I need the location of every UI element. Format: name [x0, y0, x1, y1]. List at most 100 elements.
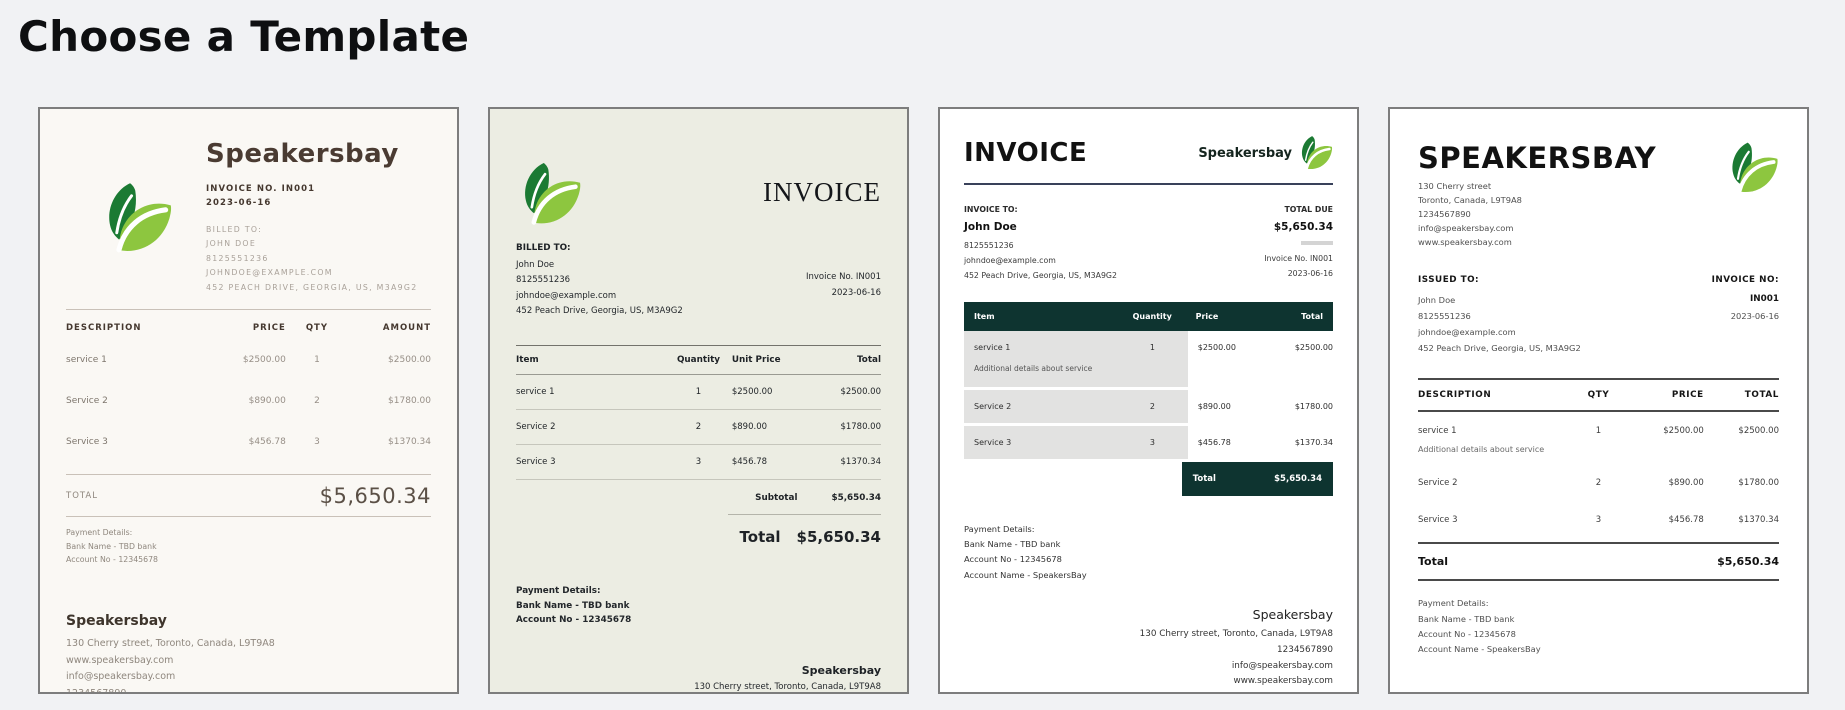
invoice-date: 2023-06-16	[1287, 269, 1333, 279]
company-name: Speakersbay	[1198, 145, 1292, 161]
company-footer: Speakersbay 130 Cherry street, Toronto, …	[964, 607, 1333, 690]
company-email: info@speakersbay.com	[1418, 222, 1514, 233]
customer-name: John Doe	[1418, 294, 1456, 305]
customer-phone: 8125551236	[516, 275, 571, 286]
customer-phone: 8125551236	[1418, 310, 1471, 321]
invoice-number: Invoice No. IN001	[1264, 254, 1333, 263]
page-title: Choose a Template	[18, 12, 470, 61]
table-row: Service 3 $456.78 3 $1370.34	[66, 437, 431, 448]
total-row: Total $5,650.34	[1181, 461, 1333, 496]
footer-brand: Speakersbay	[1252, 606, 1333, 622]
invoice-title: INVOICE	[763, 177, 881, 207]
table-row: Service 2 2 $890.00 $1780.00	[964, 389, 1333, 426]
table-header: DESCRIPTION PRICE QTY AMOUNT	[66, 323, 431, 334]
total-row: TOTAL $5,650.34	[66, 474, 431, 516]
table-row: Service 2 2 $890.00 $1780.00	[516, 410, 881, 446]
customer-email: johndoe@example.com	[1418, 327, 1516, 338]
total-due-block: TOTAL DUE $5,650.34 Invoice No. IN001 20…	[1264, 205, 1333, 284]
table-row: Service 3 3 $456.78 $1370.34	[964, 425, 1333, 462]
customer-email: johndoe@example.com	[516, 290, 617, 301]
customer-email: johndoe@example.com	[964, 256, 1056, 266]
total-label: Total	[739, 528, 781, 547]
table-row: Service 2 $890.00 2 $1780.00	[66, 396, 431, 407]
template-card-1[interactable]: Speakersbay INVOICE NO. IN001 2023-06-16…	[38, 107, 459, 694]
total-label: Total	[1418, 555, 1449, 569]
customer-phone: 8125551236	[206, 253, 269, 263]
divider	[1301, 241, 1333, 245]
total-amount: $5,650.34	[796, 528, 881, 547]
footer-phone: 1234567890	[1277, 644, 1333, 655]
footer-address: 130 Cherry street, Toronto, Canada, L9T9…	[66, 638, 275, 650]
invoice-to-block: INVOICE TO: John Doe 8125551236 johndoe@…	[964, 205, 1117, 284]
table-header: Item Quantity Unit Price Total	[516, 345, 881, 376]
payment-details: Payment Details: Bank Name - TBD bank Ac…	[1418, 598, 1541, 655]
payment-details: Payment Details: Bank Name - TBD bank Ac…	[66, 528, 159, 565]
customer-address: 452 PEACH DRIVE, GEORGIA, US, M3A9G2	[206, 282, 418, 292]
payment-details: Payment Details: Bank Name - TBD bank Ac…	[516, 586, 632, 626]
footer-brand: Speakersbay	[66, 613, 167, 630]
company-phone: 1234567890	[1418, 208, 1471, 219]
footer-website: www.speakersbay.com	[66, 654, 174, 666]
company-footer: Speakersbay 130 Cherry street, Toronto, …	[66, 613, 431, 694]
payment-details: Payment Details: Bank Name - TBD bank Ac…	[964, 523, 1087, 580]
invoice-date: 2023-06-16	[206, 198, 272, 208]
table-row: Service 2 2 $890.00 $1780.00	[1418, 478, 1779, 489]
invoice-number-label: INVOICE NO:	[1711, 274, 1779, 285]
invoice-number: INVOICE NO. IN001	[206, 184, 316, 194]
total-amount: $5,650.34	[1274, 473, 1322, 484]
billed-to-label: BILLED TO:	[206, 225, 263, 234]
customer-name: John Doe	[964, 221, 1017, 233]
footer-phone: 1234567890	[66, 687, 127, 694]
template-card-4[interactable]: SPEAKERSBAY 130 Cherry street Toronto, C…	[1388, 107, 1809, 694]
subtotal-label: Subtotal	[755, 493, 798, 504]
template-card-3[interactable]: INVOICE Speakersbay INVOICE TO: John Doe…	[938, 107, 1359, 694]
customer-phone: 8125551236	[964, 241, 1014, 250]
customer-name: JOHN DOE	[206, 239, 257, 249]
divider	[727, 514, 881, 516]
invoice-number: Invoice No. IN001	[806, 272, 881, 282]
issued-to-label: ISSUED TO:	[1418, 274, 1480, 285]
company-website: www.speakersbay.com	[1418, 236, 1512, 247]
leaf-logo-icon	[99, 181, 173, 255]
template-card-2[interactable]: INVOICE BILLED TO: John Doe 8125551236 j…	[488, 107, 909, 694]
customer-address: 452 Peach Drive, Georgia, US, M3A9G2	[516, 305, 683, 316]
table-header: DESCRIPTION QTY PRICE TOTAL	[1418, 380, 1779, 413]
total-due-amount: $5,650.34	[1273, 221, 1333, 233]
table-row: service 1 1 $2500.00 $2500.00	[516, 375, 881, 411]
invoice-date: 2023-06-16	[1730, 310, 1779, 321]
divider	[66, 516, 431, 518]
customer-address: 452 Peach Drive, Georgia, US, M3A9G2	[964, 271, 1117, 281]
table-row: service 1 $2500.00 1 $2500.00	[66, 355, 431, 366]
table-row: service 1 1 $2500.00 $2500.00	[1418, 426, 1779, 437]
customer-email: JOHNDOE@EXAMPLE.COM	[206, 268, 333, 278]
footer-email: info@speakersbay.com	[66, 671, 176, 683]
table-row: Service 3 3 $456.78 $1370.34	[516, 445, 881, 481]
invoice-meta: Invoice No. IN001 2023-06-16	[806, 269, 881, 319]
total-label: TOTAL	[66, 491, 98, 502]
item-note: Additional details about service	[974, 363, 1093, 373]
subtotal-amount: $5,650.34	[831, 493, 881, 504]
invoice-to-label: INVOICE TO:	[964, 205, 1018, 214]
table-row: service 1 Additional details about servi…	[964, 330, 1333, 390]
customer-address: 452 Peach Drive, Georgia, US, M3A9G2	[1418, 343, 1581, 354]
total-amount: $5,650.34	[319, 484, 431, 509]
template-gallery: Speakersbay INVOICE NO. IN001 2023-06-16…	[38, 107, 1845, 694]
billed-to-block: BILLED TO: John Doe 8125551236 johndoe@e…	[516, 243, 683, 319]
invoice-meta: INVOICE NO: IN001 2023-06-16	[1712, 275, 1779, 357]
issued-to-block: ISSUED TO: John Doe 8125551236 johndoe@e…	[1418, 275, 1581, 357]
total-row: Total $5,650.34	[1418, 542, 1779, 582]
leaf-logo-icon	[516, 161, 582, 227]
total-amount: $5,650.34	[1717, 555, 1779, 569]
billed-to-label: BILLED TO:	[516, 243, 571, 253]
total-due-label: TOTAL DUE	[1284, 205, 1333, 214]
table-header: Item Quantity Price Total	[964, 301, 1333, 331]
company-address-2: Toronto, Canada, L9T9A8	[1418, 194, 1522, 205]
company-footer: Speakersbay 130 Cherry street, Toronto, …	[516, 663, 881, 692]
total-label: Total	[1192, 473, 1216, 484]
subtotal-row: Subtotal $5,650.34	[516, 480, 881, 514]
leaf-logo-icon	[1725, 141, 1779, 195]
footer-email: info@speakersbay.com	[1231, 660, 1333, 671]
footer-website: www.speakersbay.com	[1233, 676, 1333, 687]
footer-brand: Speakersbay	[801, 663, 881, 677]
invoice-date: 2023-06-16	[831, 288, 881, 299]
